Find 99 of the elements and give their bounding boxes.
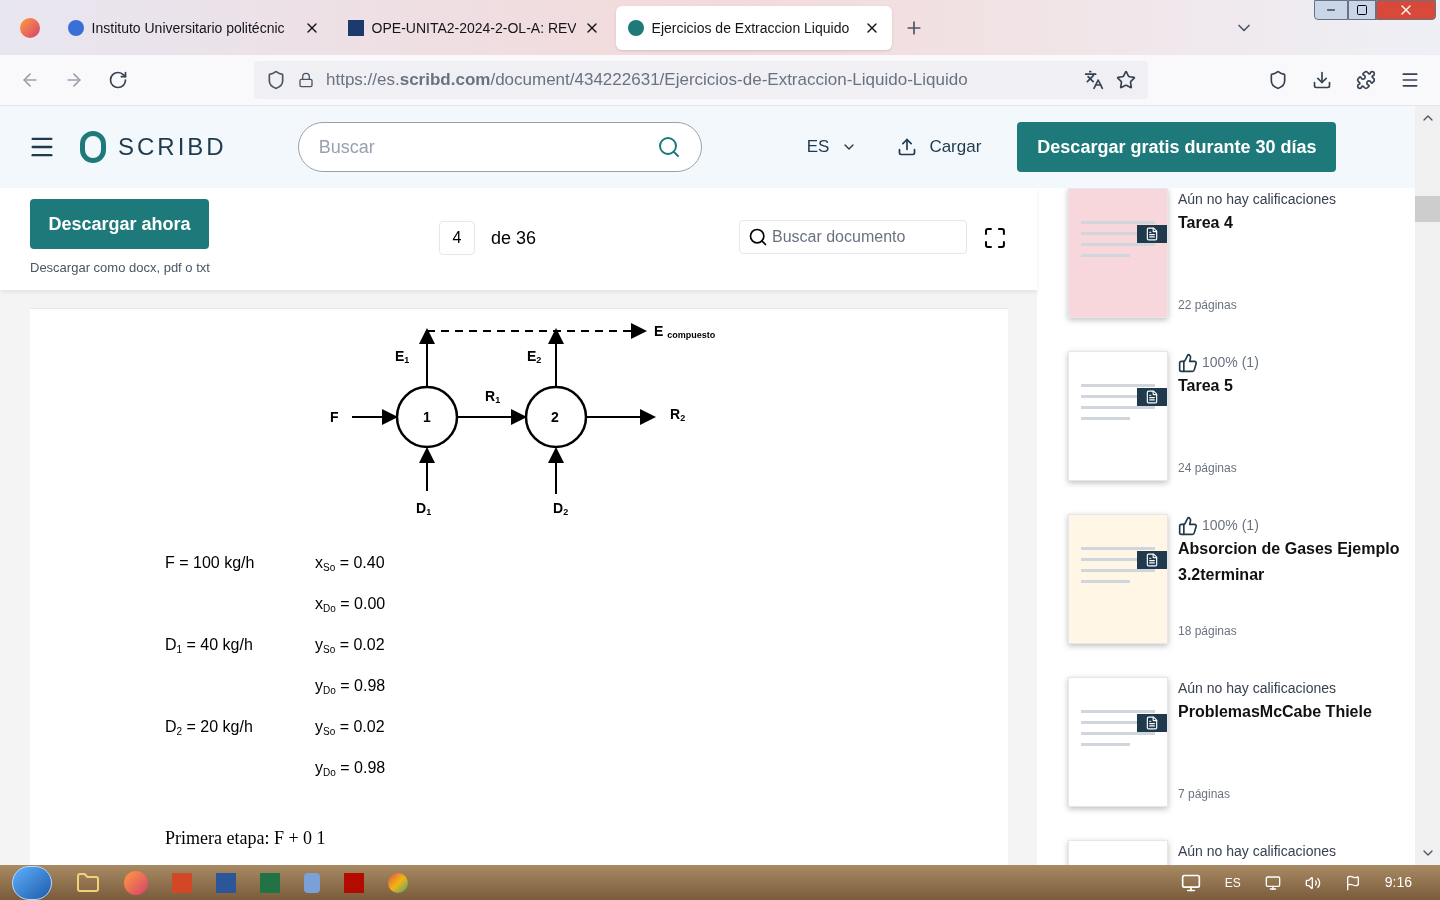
rating-text: Aún no hay calificaciones <box>1178 679 1336 698</box>
arrow <box>548 328 564 387</box>
equation: D$_{1}$ = 40 kg/h <box>165 635 254 657</box>
arrow <box>548 447 564 495</box>
download-icon[interactable] <box>1312 70 1332 90</box>
firefox-icon[interactable] <box>20 18 40 38</box>
document-title[interactable]: Absorcion de Gases Ejemplo 3.2terminar <box>1178 536 1408 588</box>
equation: y$_{So}$ = 0.02 <box>315 717 386 739</box>
tab-favicon-icon <box>348 20 364 36</box>
scrollbar-thumb[interactable] <box>1415 196 1440 222</box>
search-icon <box>747 227 768 247</box>
diagram-label: F <box>330 410 339 424</box>
maximize-icon <box>1356 4 1368 16</box>
language-selector[interactable]: ES <box>806 134 858 160</box>
document-thumbnail[interactable] <box>1068 351 1168 481</box>
diagram-label: E $_{compuesto}$ <box>654 324 716 338</box>
lock-icon[interactable] <box>298 72 314 88</box>
document-title[interactable]: Tarea 5 <box>1178 373 1408 399</box>
equation: D$_{2}$ = 20 kg/h <box>165 717 254 739</box>
diagram-label: E$_{2}$ <box>527 349 542 363</box>
tab-title: OPE-UNITA2-2024-2-OL-A: REV <box>371 18 576 38</box>
folder-icon[interactable] <box>76 870 100 895</box>
diagram-label: E$_{1}$ <box>395 349 410 363</box>
document-thumbnail[interactable] <box>1068 188 1168 318</box>
pdf-badge-icon <box>1137 388 1167 406</box>
rating-text: 100% (1) <box>1202 516 1259 535</box>
page-total: de 36 <box>490 226 536 250</box>
free-trial-button[interactable]: Descargar gratis durante 30 días <box>1017 122 1337 172</box>
fullscreen-icon[interactable] <box>983 226 1007 250</box>
document-title[interactable]: ProblemasMcCabe Thiele <box>1178 699 1408 725</box>
tab-title: Instituto Universitario politécnic <box>91 18 286 38</box>
thumbs-up-icon <box>1178 515 1198 536</box>
equation: x$_{Do}$ = 0.00 <box>315 594 386 616</box>
body-text: Primera etapa: F + 0 1 <box>165 827 327 850</box>
pdf-badge-icon <box>1137 551 1167 569</box>
flag-icon[interactable] <box>1344 874 1361 891</box>
search-icon[interactable] <box>656 135 681 159</box>
language-indicator[interactable]: ES <box>1224 873 1241 892</box>
address-bar[interactable]: https://es.scribd.com/document/434222631/Ejercicios-de-Extraccion-Liquido-Liquido <box>254 61 1148 99</box>
diagram-label: R$_{2}$ <box>670 407 686 421</box>
search-placeholder: Buscar <box>318 135 376 159</box>
upload-icon <box>897 137 918 157</box>
arrow <box>457 409 527 425</box>
document-search-field[interactable]: Buscar documento <box>738 220 968 254</box>
maximize-button[interactable] <box>1348 0 1376 20</box>
rating-text: Aún no hay calificaciones <box>1178 842 1336 861</box>
download-button[interactable]: Descargar ahora <box>30 199 209 249</box>
pdf-badge-icon <box>1137 714 1167 732</box>
scrollbar[interactable] <box>1415 106 1440 865</box>
arrow <box>419 447 435 492</box>
browser-tab[interactable]: Ejercicios de Extraccion Liquido <box>616 6 892 50</box>
tab-title: Ejercicios de Extraccion Liquido <box>651 18 851 38</box>
diagram-label: D$_{2}$ <box>553 501 569 515</box>
tab-favicon-icon <box>68 20 84 36</box>
arrow <box>419 328 435 387</box>
equation: x$_{So}$ = 0.40 <box>315 553 386 575</box>
arrow <box>586 409 656 425</box>
diagram-label: D$_{1}$ <box>416 501 432 515</box>
url-text: https://es.scribd.com/document/434222631/Ejercicios-de-Extraccion-Liquido-Liquido <box>326 69 968 92</box>
equation: y$_{Do}$ = 0.98 <box>315 758 386 780</box>
document-search-placeholder: Buscar documento <box>771 227 906 247</box>
equation: y$_{Do}$ = 0.98 <box>315 676 386 698</box>
page-count: 18 páginas <box>1178 623 1238 640</box>
download-note: Descargar como docx, pdf o txt <box>30 259 210 277</box>
browser-tab[interactable]: Instituto Universitario politécnic <box>56 6 332 50</box>
logo-text: SCRIBD <box>118 132 227 162</box>
browser-tab[interactable]: OPE-UNITA2-2024-2-OL-A: REV <box>336 6 612 50</box>
rating-text: Aún no hay calificaciones <box>1178 190 1336 209</box>
thumbs-up-icon <box>1178 352 1198 373</box>
stage-circle <box>524 385 588 449</box>
equation: y$_{So}$ = 0.02 <box>315 635 386 657</box>
volume-icon[interactable] <box>1304 874 1321 891</box>
document-thumbnail[interactable] <box>1068 677 1168 807</box>
document-thumbnail[interactable] <box>1068 514 1168 644</box>
reload-icon[interactable] <box>108 70 128 90</box>
rating-text: 100% (1) <box>1202 353 1259 372</box>
page-count: 7 páginas <box>1178 786 1232 803</box>
page-number-field[interactable]: 4 <box>438 221 475 255</box>
page-count: 24 páginas <box>1178 460 1238 477</box>
stage-circle <box>395 385 459 449</box>
pdf-badge-icon <box>1137 225 1167 243</box>
shield-icon[interactable] <box>266 70 286 90</box>
arrow <box>351 409 398 425</box>
bookmark-star-icon[interactable] <box>1116 70 1136 90</box>
diagram-label: 1 <box>423 410 431 424</box>
menu-icon[interactable] <box>1400 70 1420 90</box>
page-count: 22 páginas <box>1178 297 1238 314</box>
extensions-icon[interactable] <box>1356 70 1376 90</box>
upload-link[interactable]: Cargar <box>897 134 982 160</box>
diagram-label: 2 <box>551 410 559 424</box>
diagram-label: R$_{1}$ <box>485 389 501 403</box>
clock[interactable]: 9:16 <box>1384 872 1412 893</box>
document-title[interactable]: Tarea 4 <box>1178 210 1408 236</box>
equation: F = 100 kg/h <box>165 553 256 573</box>
chrome-icon[interactable] <box>388 872 408 893</box>
logo-mark-icon <box>80 131 106 163</box>
tab-favicon-icon <box>628 20 644 36</box>
translate-icon[interactable] <box>1084 70 1104 90</box>
start-button[interactable] <box>12 865 52 900</box>
